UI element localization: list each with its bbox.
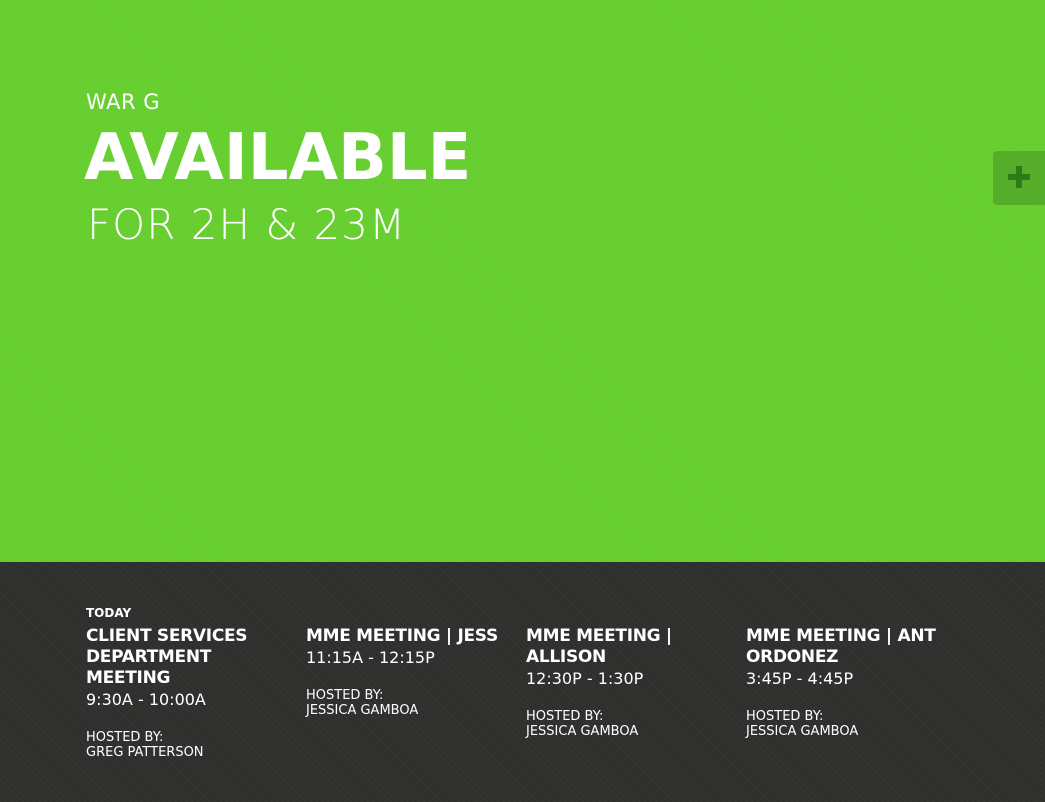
- meeting-host: GREG PATTERSON: [86, 745, 204, 760]
- room-status: AVAILABLE: [84, 121, 472, 195]
- meeting-time: 9:30A - 10:00A: [86, 690, 206, 709]
- meeting-hosted-label: HOSTED BY:: [306, 688, 384, 703]
- meeting-title: MME MEETING | ANT ORDONEZ: [746, 626, 936, 667]
- meeting-host: JESSICA GAMBOA: [746, 724, 859, 739]
- meeting-item[interactable]: MME MEETING | ANT ORDONEZ 3:45P - 4:45P …: [746, 626, 946, 739]
- schedule-day-label: TODAY: [86, 606, 132, 620]
- meeting-hosted-label: HOSTED BY:: [526, 709, 604, 724]
- meeting-item[interactable]: MME MEETING | ALLISON 12:30P - 1:30P HOS…: [526, 626, 726, 739]
- meeting-hosted-label: HOSTED BY:: [86, 730, 164, 745]
- meeting-time: 11:15A - 12:15P: [306, 648, 435, 667]
- room-name: WAR G: [86, 90, 161, 114]
- meeting-host: JESSICA GAMBOA: [306, 703, 419, 718]
- meeting-time: 3:45P - 4:45P: [746, 669, 854, 688]
- meeting-item[interactable]: CLIENT SERVICES DEPARTMENT MEETING 9:30A…: [86, 626, 286, 760]
- availability-panel: [0, 0, 1045, 562]
- meeting-title: MME MEETING | ALLISON: [526, 626, 672, 667]
- meeting-hosted-label: HOSTED BY:: [746, 709, 824, 724]
- meeting-item[interactable]: MME MEETING | JESS 11:15A - 12:15P HOSTE…: [306, 626, 506, 718]
- meeting-host: JESSICA GAMBOA: [526, 724, 639, 739]
- meeting-title: MME MEETING | JESS: [306, 626, 498, 646]
- add-booking-button[interactable]: [993, 151, 1045, 205]
- meeting-title: CLIENT SERVICES DEPARTMENT MEETING: [86, 626, 248, 688]
- meeting-time: 12:30P - 1:30P: [526, 669, 644, 688]
- availability-duration: FOR 2H & 23M: [87, 200, 407, 249]
- plus-icon: [1008, 166, 1030, 188]
